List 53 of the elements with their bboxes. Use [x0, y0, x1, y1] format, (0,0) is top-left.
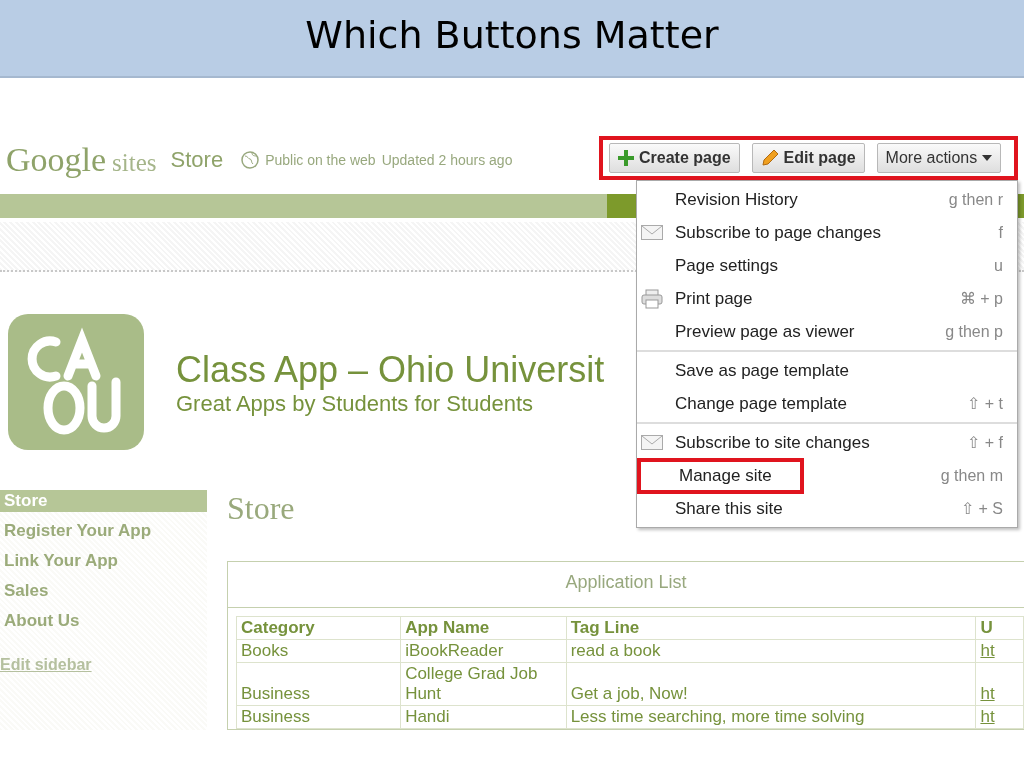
shortcut-text: g then r [948, 190, 1003, 209]
menu-item[interactable]: Page settings [671, 251, 782, 280]
toolbar-button[interactable]: Create page [609, 143, 740, 173]
shortcut-text: ⌘ + p [959, 289, 1003, 308]
logo: Google sites [6, 141, 157, 179]
envelope-icon [641, 225, 663, 240]
menu-item[interactable]: Change page template [671, 389, 852, 418]
shortcut-text: f [998, 223, 1003, 242]
url-link[interactable]: ht [975, 662, 1024, 706]
more-actions-button[interactable]: More actions [876, 143, 1002, 173]
slide-title: Which Buttons Matter [305, 13, 719, 57]
shortcut-text: ⇧ + S [961, 499, 1003, 518]
shortcut-text: ⇧ + f [967, 433, 1003, 452]
menu-item[interactable]: Subscribe to page changes [671, 218, 886, 247]
envelope-icon [641, 435, 663, 450]
table-caption: Application List [228, 562, 1024, 608]
url-link[interactable]: ht [975, 705, 1024, 729]
site-title: Class App – Ohio Universit [176, 349, 605, 391]
menu-item[interactable]: Manage site [637, 457, 804, 494]
site-tagline: Great Apps by Students for Students [176, 391, 535, 417]
globe-icon [241, 151, 260, 169]
url-link[interactable]: ht [975, 639, 1024, 663]
column-header: Category [236, 616, 401, 640]
table-cell: Less time searching, more time solving [566, 705, 976, 729]
table-cell: Books [236, 639, 401, 663]
shortcut-text: u [994, 256, 1003, 275]
table-cell: Business [236, 705, 401, 729]
table-cell: College Grad Job Hunt [400, 662, 567, 706]
menu-item[interactable]: Share this site [671, 494, 787, 523]
menu-item[interactable]: Print page [671, 284, 757, 313]
column-header: App Name [400, 616, 567, 640]
table-cell: Business [236, 662, 401, 706]
menu-item[interactable]: Subscribe to site changes [671, 428, 874, 457]
toolbar-button[interactable]: Edit page [751, 143, 865, 173]
table-cell: Get a job, Now! [566, 662, 976, 706]
plus-icon [618, 150, 634, 166]
menu-item[interactable]: Preview page as viewer [671, 317, 859, 346]
shortcut-text: g then m [940, 466, 1003, 485]
table-cell: Handi [400, 705, 567, 729]
visibility-text: Public on the web [265, 152, 376, 168]
page-title: Store [227, 490, 295, 527]
updated-text: Updated 2 hours ago [381, 152, 513, 168]
pencil-icon [760, 149, 779, 167]
menu-item[interactable]: Revision History [671, 185, 802, 214]
shortcut-text: g then p [945, 322, 1003, 341]
caret-icon [982, 155, 993, 161]
table-cell: iBookReader [400, 639, 567, 663]
printer-icon [641, 288, 663, 309]
shortcut-text: ⇧ + t [967, 394, 1003, 413]
column-header: Tag Line [566, 616, 976, 640]
table-cell: read a book [566, 639, 976, 663]
column-header: U [975, 616, 1024, 640]
menu-item[interactable]: Save as page template [671, 356, 853, 385]
